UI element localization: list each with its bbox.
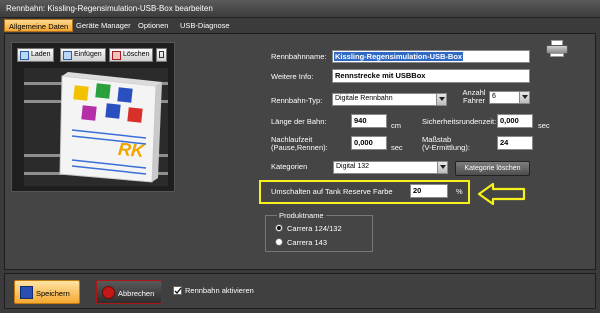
cancel-button[interactable]: Abbrechen xyxy=(96,280,162,304)
name-input[interactable]: Kissling-Regensimulation-USB-Box xyxy=(332,50,530,63)
image-options-button[interactable] xyxy=(156,48,167,62)
drivers-label: Anzahl Fahrer xyxy=(457,89,491,105)
afterrun-label-line2: (Pause,Rennen): xyxy=(271,143,328,152)
type-value: Digitale Rennbahn xyxy=(335,95,393,102)
afterrun-input[interactable]: 0,000 xyxy=(351,136,387,150)
reserve-label: Umschalten auf Tank Reserve Farbe xyxy=(271,187,393,196)
paste-label: Einfügen xyxy=(74,51,102,58)
type-select[interactable]: Digitale Rennbahn xyxy=(332,93,447,106)
radio-carrera-124[interactable] xyxy=(275,224,283,232)
save-button[interactable]: Speichern xyxy=(14,280,80,304)
category-value: Digital 132 xyxy=(336,163,370,170)
category-delete-button[interactable]: Kategorie löschen xyxy=(455,161,530,176)
product-title: Produktname xyxy=(277,211,326,220)
chevron-down-icon xyxy=(437,162,447,173)
delete-image-button[interactable]: Löschen xyxy=(109,48,154,62)
image-settings-icon xyxy=(159,51,164,58)
paste-image-button[interactable]: Einfügen xyxy=(60,48,106,62)
length-label: Länge der Bahn: xyxy=(271,117,327,126)
radio-carrera-143-label: Carrera 143 xyxy=(287,238,328,247)
safety-unit: sec xyxy=(538,121,550,130)
floppy-disk-icon xyxy=(20,286,33,299)
cancel-label: Abbrechen xyxy=(118,289,155,298)
tab-geraete-manager[interactable]: Geräte Manager xyxy=(72,19,135,32)
arrow-left-icon xyxy=(477,182,526,206)
info-label: Weitere Info: xyxy=(271,72,314,81)
load-label: Laden xyxy=(31,51,51,58)
tab-allgemeine-daten[interactable]: Allgemeine Daten xyxy=(4,19,74,32)
checkmark-icon xyxy=(174,287,182,295)
usb-box-illustration xyxy=(59,72,162,183)
category-select[interactable]: Digital 132 xyxy=(333,161,448,174)
radio-carrera-143[interactable] xyxy=(275,238,283,246)
cancel-icon xyxy=(102,286,115,299)
chevron-down-icon xyxy=(519,92,529,103)
scale-input[interactable]: 24 xyxy=(497,136,533,150)
drivers-value: 6 xyxy=(492,93,496,100)
length-unit: cm xyxy=(391,121,401,130)
bottom-bar xyxy=(4,273,596,309)
name-selected-text: Kissling-Regensimulation-USB-Box xyxy=(334,52,464,61)
scale-label-line2: (V-Ermittlung): xyxy=(422,143,470,152)
tab-optionen[interactable]: Optionen xyxy=(134,19,172,32)
reserve-unit: % xyxy=(456,187,463,196)
chevron-down-icon xyxy=(436,94,446,105)
paste-icon xyxy=(63,51,72,60)
activate-label: Rennbahn aktivieren xyxy=(185,286,254,295)
printer-icon[interactable] xyxy=(545,40,569,58)
delete-icon xyxy=(112,51,121,60)
length-input[interactable]: 940 xyxy=(351,114,387,128)
rk-logo: RK xyxy=(117,138,145,162)
tab-usb-diagnose[interactable]: USB-Diagnose xyxy=(176,19,234,32)
name-label: Rennbahnname: xyxy=(271,52,327,61)
afterrun-unit: sec xyxy=(391,143,403,152)
title-bar: Rennbahn: Kissling-Regensimulation-USB-B… xyxy=(0,0,600,18)
reserve-input[interactable]: 20 xyxy=(410,184,448,198)
info-input[interactable]: Rennstrecke mit USBBox xyxy=(332,69,530,83)
load-image-button[interactable]: Laden xyxy=(17,48,55,62)
drivers-label-text: Anzahl Fahrer xyxy=(462,88,486,105)
radio-carrera-124-label: Carrera 124/132 xyxy=(287,224,342,233)
safety-input[interactable]: 0,000 xyxy=(497,114,533,128)
type-label: Rennbahn-Typ: xyxy=(271,96,323,105)
save-label: Speichern xyxy=(36,289,70,298)
track-photo: RK xyxy=(24,68,168,186)
drivers-select[interactable]: 6 xyxy=(489,91,530,104)
delete-label: Löschen xyxy=(123,51,150,58)
activate-checkbox[interactable] xyxy=(173,286,182,295)
category-label: Kategorien xyxy=(271,162,308,171)
safety-label: Sicherheitsrundenzeit: xyxy=(422,117,497,126)
window-title: Rennbahn: Kissling-Regensimulation-USB-B… xyxy=(6,4,213,13)
folder-icon xyxy=(20,51,29,60)
